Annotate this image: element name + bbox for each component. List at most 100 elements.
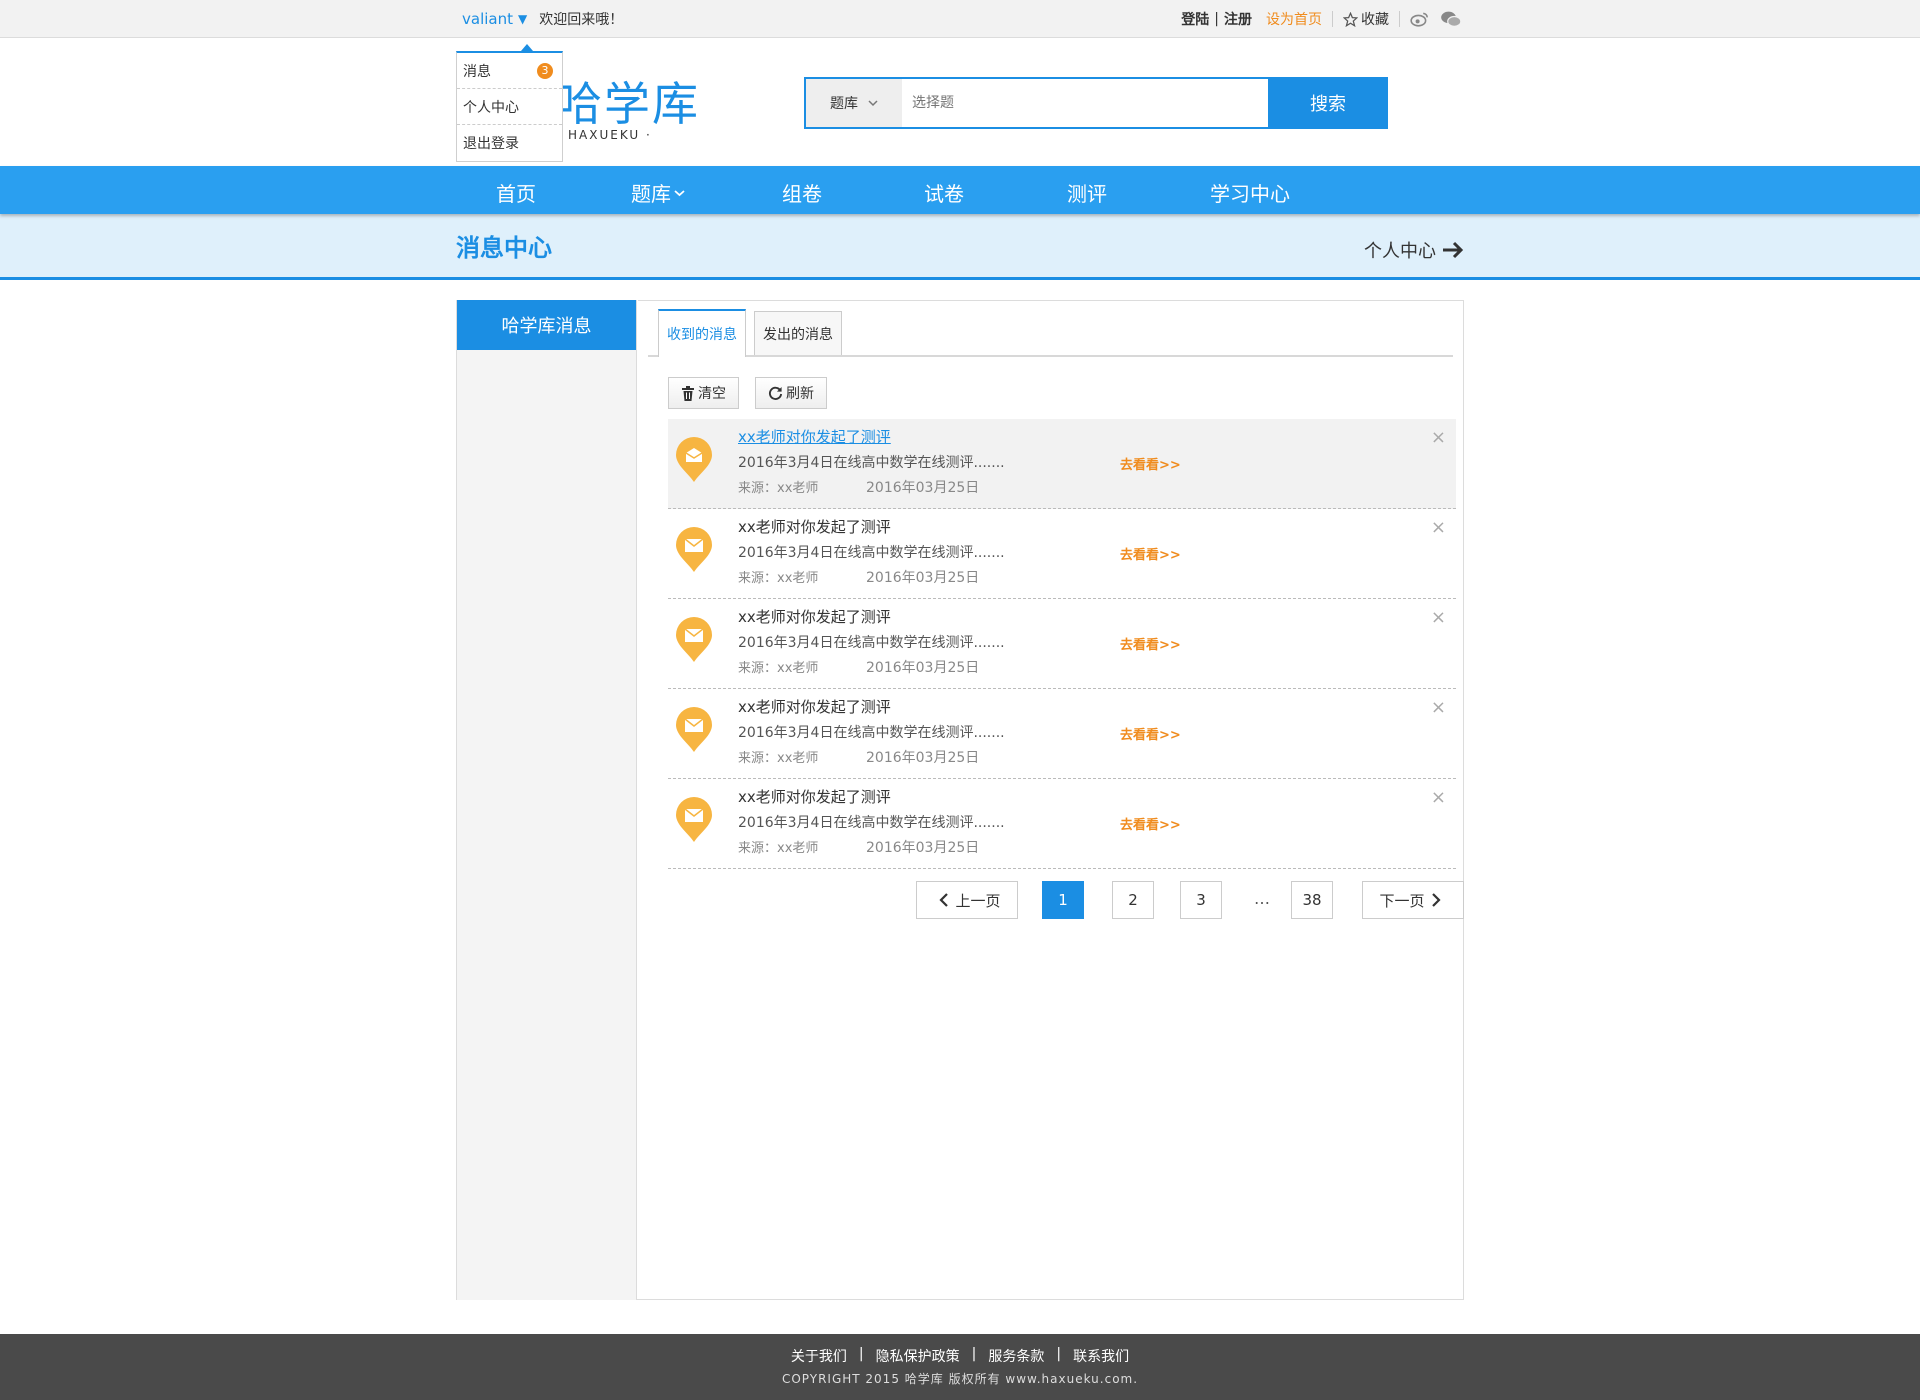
copyright-text: COPYRIGHT 2015 哈学库 版权所有 www.haxueku.com.: [781, 1372, 1139, 1386]
go-see-link[interactable]: 去看看>>: [1120, 724, 1181, 743]
nav-item-question-bank[interactable]: 题库: [631, 178, 685, 207]
message-pin-icon: [676, 617, 712, 662]
divider: [1399, 11, 1400, 27]
go-see-link[interactable]: 去看看>>: [1120, 634, 1181, 653]
dropdown-item-logout[interactable]: 退出登录: [457, 125, 562, 161]
go-see-link[interactable]: 去看看>>: [1120, 544, 1181, 563]
page-button-1[interactable]: 1: [1042, 881, 1084, 919]
search-input[interactable]: [902, 79, 1268, 127]
page-button-2[interactable]: 2: [1112, 881, 1154, 919]
dropdown-item-label: 消息: [463, 63, 491, 80]
message-item[interactable]: xx老师对你发起了测评 2016年3月4日在线高中数学在线测评....... 来…: [668, 599, 1456, 689]
message-title[interactable]: xx老师对你发起了测评: [738, 426, 891, 447]
logo[interactable]: 哈学库 HAXUEKU ·: [556, 80, 700, 142]
message-title[interactable]: xx老师对你发起了测评: [738, 606, 891, 627]
arrow-right-icon: [1443, 241, 1464, 258]
logo-cn: 哈学库: [556, 77, 700, 131]
message-source: 来源：xx老师: [738, 481, 819, 496]
message-desc: 2016年3月4日在线高中数学在线测评.......: [738, 815, 1005, 831]
message-desc: 2016年3月4日在线高中数学在线测评.......: [738, 635, 1005, 651]
wechat-icon[interactable]: [1440, 10, 1462, 28]
dropdown-item-personal-center[interactable]: 个人中心: [457, 89, 562, 125]
close-icon[interactable]: ×: [1431, 517, 1446, 538]
message-pin-icon: [676, 527, 712, 572]
page-title-band: 消息中心 个人中心: [0, 214, 1920, 280]
content-area: 收到的消息 发出的消息 清空 刷新 xx老师对你发起了测评 2016年3月4日在…: [638, 300, 1464, 1300]
message-pin-icon: [676, 437, 712, 482]
clear-button[interactable]: 清空: [668, 377, 739, 409]
footer-link-terms[interactable]: 服务条款: [988, 1346, 1044, 1366]
dropdown-item-label: 个人中心: [463, 99, 519, 116]
nav-item-home[interactable]: 首页: [496, 178, 536, 207]
toolbar: 清空 刷新: [668, 377, 827, 409]
sidebar: 哈学库消息: [457, 300, 637, 1300]
star-icon: [1343, 11, 1358, 27]
user-menu-toggle[interactable]: valiant ▼: [462, 10, 527, 28]
message-desc: 2016年3月4日在线高中数学在线测评.......: [738, 545, 1005, 561]
divider: |: [1056, 1346, 1062, 1362]
search-category-select[interactable]: 题库: [806, 79, 902, 127]
favorite-link[interactable]: 收藏: [1343, 9, 1389, 29]
chevron-left-icon: [939, 893, 949, 907]
search-button[interactable]: 搜索: [1268, 77, 1388, 129]
footer: 关于我们 | 隐私保护政策 | 服务条款 | 联系我们 COPYRIGHT 20…: [0, 1334, 1920, 1400]
refresh-icon: [769, 386, 783, 400]
search-bar: 题库 搜索: [804, 77, 1388, 129]
nav-item-assessment[interactable]: 测评: [1067, 178, 1107, 207]
set-home-link[interactable]: 设为首页: [1266, 9, 1322, 29]
weibo-icon[interactable]: [1410, 11, 1430, 27]
divider: [1332, 11, 1333, 27]
message-date: 2016年03月25日: [866, 750, 980, 766]
message-pin-icon: [676, 707, 712, 752]
sidebar-item-haxueku-messages[interactable]: 哈学库消息: [457, 300, 636, 350]
message-item[interactable]: xx老师对你发起了测评 2016年3月4日在线高中数学在线测评....... 来…: [668, 779, 1456, 869]
nav-item-compose-paper[interactable]: 组卷: [782, 178, 822, 207]
message-date: 2016年03月25日: [866, 570, 980, 586]
go-see-link[interactable]: 去看看>>: [1120, 814, 1181, 833]
message-item[interactable]: xx老师对你发起了测评 2016年3月4日在线高中数学在线测评....... 来…: [668, 419, 1456, 509]
message-item[interactable]: xx老师对你发起了测评 2016年3月4日在线高中数学在线测评....... 来…: [668, 509, 1456, 599]
message-desc: 2016年3月4日在线高中数学在线测评.......: [738, 455, 1005, 471]
triangle-down-icon: ▼: [517, 12, 528, 26]
welcome-text: 欢迎回来哦！: [539, 12, 624, 28]
go-see-link[interactable]: 去看看>>: [1120, 454, 1181, 473]
page-button-38[interactable]: 38: [1291, 881, 1333, 919]
prev-page-button[interactable]: 上一页: [916, 881, 1018, 919]
footer-link-contact[interactable]: 联系我们: [1073, 1346, 1129, 1366]
close-icon[interactable]: ×: [1431, 697, 1446, 718]
message-title[interactable]: xx老师对你发起了测评: [738, 516, 891, 537]
chevron-down-icon: [674, 189, 685, 196]
message-date: 2016年03月25日: [866, 660, 980, 676]
message-source: 来源：xx老师: [738, 841, 819, 856]
login-link[interactable]: 登陆: [1181, 9, 1209, 29]
next-page-label: 下一页: [1379, 891, 1425, 910]
refresh-button[interactable]: 刷新: [755, 377, 827, 409]
message-count-badge: 3: [537, 62, 553, 79]
next-page-button[interactable]: 下一页: [1362, 881, 1464, 919]
footer-link-privacy[interactable]: 隐私保护政策: [876, 1346, 960, 1366]
tab-sent[interactable]: 发出的消息: [754, 311, 842, 355]
message-title[interactable]: xx老师对你发起了测评: [738, 786, 891, 807]
personal-center-link[interactable]: 个人中心: [1364, 237, 1464, 263]
header: 哈学库 HAXUEKU · 消息 3 个人中心 退出登录 题库 搜索: [0, 38, 1920, 166]
divider: |: [1214, 11, 1219, 27]
page-button-3[interactable]: 3: [1180, 881, 1222, 919]
message-item[interactable]: xx老师对你发起了测评 2016年3月4日在线高中数学在线测评....... 来…: [668, 689, 1456, 779]
close-icon[interactable]: ×: [1431, 787, 1446, 808]
main-nav: 首页 题库 组卷 试卷 测评 学习中心: [0, 166, 1920, 214]
user-dropdown-menu: 消息 3 个人中心 退出登录: [456, 44, 563, 162]
register-link[interactable]: 注册: [1224, 9, 1252, 29]
nav-item-papers[interactable]: 试卷: [924, 178, 964, 207]
nav-item-learning-center[interactable]: 学习中心: [1210, 178, 1290, 207]
username: valiant: [462, 10, 513, 28]
close-icon[interactable]: ×: [1431, 607, 1446, 628]
message-title[interactable]: xx老师对你发起了测评: [738, 696, 891, 717]
chevron-down-icon: [868, 100, 878, 107]
dropdown-item-messages[interactable]: 消息 3: [457, 53, 562, 89]
close-icon[interactable]: ×: [1431, 427, 1446, 448]
footer-link-about[interactable]: 关于我们: [791, 1346, 847, 1366]
tab-received[interactable]: 收到的消息: [658, 309, 746, 357]
message-date: 2016年03月25日: [866, 840, 980, 856]
top-bar: valiant ▼ 欢迎回来哦！ 登陆 | 注册 设为首页 收藏: [0, 0, 1920, 38]
page-title: 消息中心: [456, 234, 552, 262]
